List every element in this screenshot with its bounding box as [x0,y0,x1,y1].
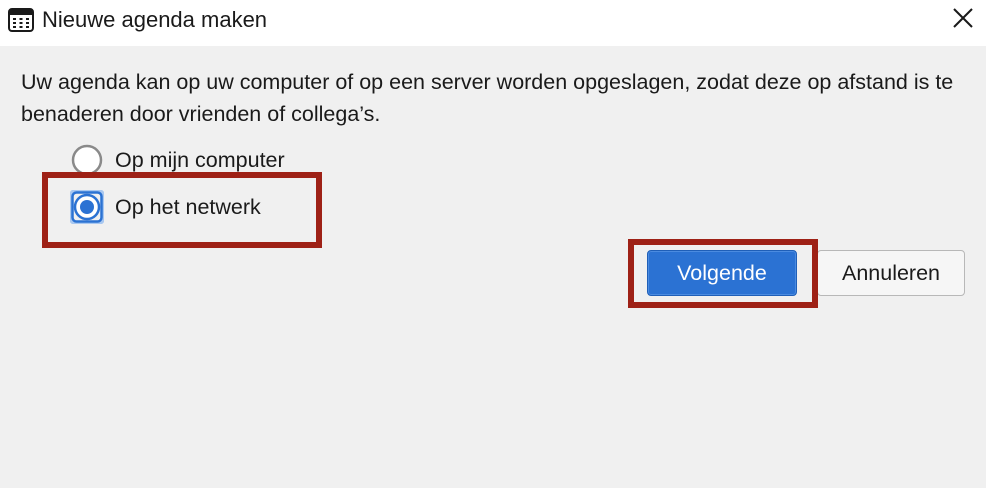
window-title: Nieuwe agenda maken [42,7,268,32]
dialog-description: Uw agenda kan op uw computer of op een s… [21,70,954,126]
radio-unselected-icon[interactable] [70,143,104,177]
close-icon [953,7,973,33]
close-button[interactable] [940,0,986,40]
radio-label-local: Op mijn computer [115,148,285,172]
title-bar: Nieuwe agenda maken [0,0,986,46]
radio-selected-icon[interactable] [69,189,105,225]
calendar-icon [8,8,34,32]
cancel-button[interactable]: Annuleren [817,250,965,296]
next-button[interactable]: Volgende [647,250,797,296]
radio-label-network: Op het netwerk [115,195,261,219]
radio-option-local[interactable]: Op mijn computer [70,143,285,177]
radio-option-network[interactable]: Op het netwerk [69,189,261,225]
